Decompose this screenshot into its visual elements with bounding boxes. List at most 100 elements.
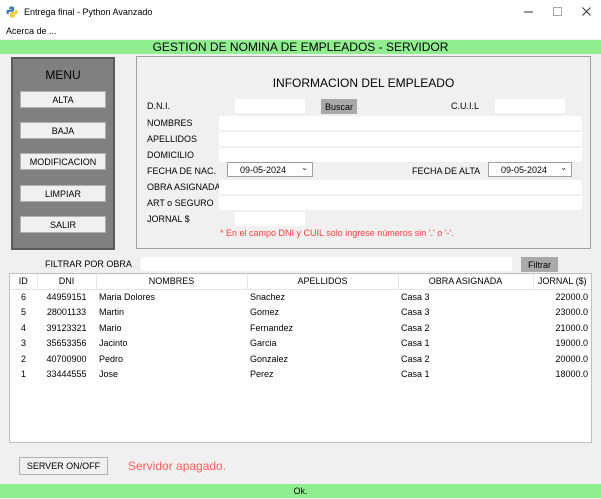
limpiar-button[interactable]: LIMPIAR [20, 185, 106, 202]
fecha-nac-picker[interactable]: 09-05-2024 ⌄ [227, 162, 313, 177]
domicilio-field[interactable] [219, 148, 582, 162]
minimize-button[interactable] [514, 0, 543, 23]
page-title: GESTION DE NOMINA DE EMPLEADOS - SERVIDO… [0, 40, 601, 54]
status-bar: Ok. [0, 484, 601, 498]
cell-apellidos: Snachez [250, 292, 286, 302]
table-row[interactable]: 4 39123321 Mario Fernandez Casa 2 21000.… [10, 320, 591, 336]
buscar-button[interactable]: Buscar [321, 99, 357, 114]
cell-obra: Casa 2 [401, 353, 430, 364]
table-row[interactable]: 3 35653356 Jacinto Garcia Casa 1 19000.0 [10, 336, 591, 352]
info-title: INFORMACION DEL EMPLEADO [272, 76, 455, 90]
cell-dni: 44959151 [46, 292, 87, 302]
menu-panel: MENU ALTA BAJA MODIFICACION LIMPIAR SALI… [11, 57, 115, 250]
domicilio-label: DOMICILIO [147, 150, 195, 160]
maximize-button[interactable] [543, 0, 572, 23]
cell-jornal: 18000.0 [555, 369, 588, 380]
cell-nombres: Martin [99, 307, 125, 318]
cell-jornal: 21000.0 [555, 322, 588, 333]
filter-input[interactable] [141, 257, 512, 271]
art-field[interactable] [219, 196, 582, 210]
cell-id: 2 [20, 353, 26, 364]
col-id-header[interactable]: ID [10, 274, 38, 290]
table-row[interactable]: 5 28001133 Martin Gomez Casa 3 23000.0 [10, 305, 591, 321]
cell-obra: Casa 3 [401, 307, 430, 318]
nombres-field[interactable] [219, 116, 582, 130]
fecha-alta-value: 09-05-2024 [501, 164, 548, 175]
table-row[interactable]: 2 40700900 Pedro Gonzalez Casa 2 20000.0 [10, 351, 591, 367]
employee-info-panel: INFORMACION DEL EMPLEADO D.N.I. Buscar C… [136, 56, 591, 249]
cell-jornal: 19000.0 [555, 338, 588, 349]
table-row[interactable]: 1 33444555 Jose Perez Casa 1 18000.0 [10, 367, 591, 383]
filter-label: FILTRAR POR OBRA [45, 259, 132, 269]
cell-obra: Casa 3 [401, 292, 430, 302]
cell-obra: Casa 1 [401, 338, 430, 349]
maximize-icon [552, 6, 562, 16]
close-button[interactable] [572, 0, 601, 23]
nombres-label: NOMBRES [147, 118, 193, 128]
table-row[interactable]: 6 44959151 Maria Dolores Snachez Casa 3 … [10, 289, 591, 305]
window-controls [514, 0, 601, 23]
window-title: Entrega final - Python Avanzado [24, 6, 153, 17]
cell-jornal: 22000.0 [555, 292, 588, 302]
col-nombres-header[interactable]: NOMBRES [96, 274, 248, 290]
table-header-row: ID DNI NOMBRES APELLIDOS OBRA ASIGNADA J… [10, 274, 591, 290]
fecha-alta-label: FECHA DE ALTA [412, 166, 481, 176]
cuil-field[interactable] [495, 99, 565, 113]
menu-title: MENU [45, 68, 81, 82]
col-obra-header[interactable]: OBRA ASIGNADA [398, 274, 534, 290]
chevron-down-icon: ⌄ [301, 163, 308, 172]
col-jornal-header[interactable]: JORNAL ($) [533, 274, 591, 290]
salir-button[interactable]: SALIR [20, 216, 106, 233]
cell-obra: Casa 1 [401, 369, 430, 380]
jornal-field[interactable] [235, 212, 305, 226]
cell-dni: 28001133 [46, 307, 87, 318]
minimize-icon [523, 11, 533, 12]
cuil-label: C.U.I.L [451, 101, 480, 111]
fecha-alta-picker[interactable]: 09-05-2024 ⌄ [488, 162, 572, 177]
alta-button[interactable]: ALTA [20, 91, 106, 108]
menu-item-about[interactable]: Acerca de ... [6, 26, 57, 36]
cell-nombres: Pedro [99, 353, 124, 364]
apellidos-label: APELLIDOS [147, 134, 198, 144]
cell-apellidos: Gonzalez [250, 353, 289, 364]
cell-dni: 40700900 [46, 353, 87, 364]
cell-dni: 35653356 [46, 338, 87, 349]
baja-button[interactable]: BAJA [20, 122, 106, 139]
cell-dni: 39123321 [46, 322, 87, 333]
window-titlebar[interactable]: Entrega final - Python Avanzado [0, 0, 601, 23]
col-dni-header[interactable]: DNI [37, 274, 97, 290]
cell-apellidos: Gomez [250, 307, 280, 318]
cell-jornal: 20000.0 [555, 353, 588, 364]
cell-nombres: Maria Dolores [99, 292, 156, 302]
cell-nombres: Jose [99, 369, 119, 380]
col-apellidos-header[interactable]: APELLIDOS [247, 274, 399, 290]
employees-table[interactable]: ID DNI NOMBRES APELLIDOS OBRA ASIGNADA J… [9, 273, 592, 443]
cell-apellidos: Perez [250, 369, 274, 380]
dni-field[interactable] [235, 99, 305, 113]
modificacion-button[interactable]: MODIFICACION [20, 153, 106, 170]
cell-apellidos: Garcia [250, 338, 277, 349]
obra-field[interactable] [219, 180, 582, 194]
filtrar-button[interactable]: Filtrar [521, 257, 558, 272]
chevron-down-icon: ⌄ [560, 163, 567, 172]
close-icon [581, 6, 591, 16]
input-warning: * En el campo DNI y CUIL solo ingrese nú… [220, 228, 454, 238]
dni-label: D.N.I. [147, 101, 171, 111]
python-icon [6, 6, 18, 17]
cell-id: 1 [20, 369, 26, 380]
cell-nombres: Mario [99, 322, 122, 333]
fecha-nac-label: FECHA DE NAC. [147, 166, 217, 176]
apellidos-field[interactable] [219, 132, 582, 146]
fecha-nac-value: 09-05-2024 [240, 164, 287, 175]
cell-obra: Casa 2 [401, 322, 430, 333]
obra-label: OBRA ASIGNADA [147, 182, 221, 192]
jornal-label: JORNAL $ [147, 214, 190, 224]
cell-apellidos: Fernandez [250, 322, 294, 333]
cell-id: 5 [20, 307, 26, 318]
server-toggle-button[interactable]: SERVER ON/OFF [19, 457, 108, 475]
menubar: Acerca de ... [0, 23, 601, 39]
art-label: ART o SEGURO [147, 198, 214, 208]
cell-jornal: 23000.0 [555, 307, 588, 318]
cell-id: 4 [20, 322, 26, 333]
cell-id: 3 [20, 338, 26, 349]
